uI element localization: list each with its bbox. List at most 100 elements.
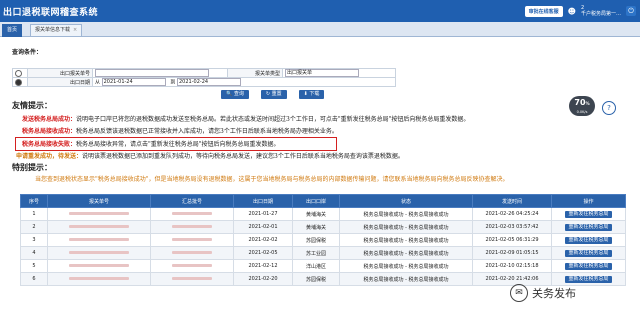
date-from-value: 2021-01-24 xyxy=(103,79,133,85)
tip-1-text: 说明电子口岸已将您的退税数据成功发送至税务总局。若此状态或发送时间超过3个工作日… xyxy=(76,116,470,123)
app-title: 出口退税联网稽查系统 xyxy=(3,8,99,18)
help-icon[interactable]: ? xyxy=(602,101,616,115)
date-to-value: 2021-02-24 xyxy=(179,79,209,85)
cell-send-time: 2021-02-26 04:25:24 xyxy=(472,207,552,221)
customs-no-input[interactable] xyxy=(95,69,209,77)
online-service-button[interactable]: 审批在线客服 xyxy=(524,5,563,17)
table-row: 1 2021-01-27 黄埔海关 税务总局接收成功 - 税务总局接收成功 20… xyxy=(20,207,626,221)
resend-button[interactable]: 重新发往税务总局 xyxy=(565,249,612,257)
cell-customs-no xyxy=(47,207,151,221)
col-header-status: 状态 xyxy=(339,194,473,208)
table-row: 2 2021-02-01 黄埔海关 税务总局接收成功 - 税务总局接收成功 20… xyxy=(20,220,626,234)
cell-status: 税务总局接收成功 - 税务总局接收成功 xyxy=(339,259,473,273)
cell-batch-no xyxy=(150,246,234,260)
cell-action: 重新发往税务总局 xyxy=(551,207,626,221)
label-export-date: 出口日期 xyxy=(27,77,93,87)
cell-status: 税务总局接收成功 - 税务总局接收成功 xyxy=(339,246,473,260)
search-button[interactable]: 🔍 查询 xyxy=(221,90,249,99)
cell-status: 税务总局接收成功 - 税务总局接收成功 xyxy=(339,207,473,221)
tab-customs-download-label: 报关单信息下载 xyxy=(35,27,71,33)
tips-title: 友情提示： xyxy=(12,100,52,110)
col-header-port: 出口口岸 xyxy=(292,194,340,208)
query-buttons: 🔍 查询 ↻ 重置 ⬇ 下载 xyxy=(221,90,325,99)
watermark-text: 关务发布 xyxy=(532,287,576,300)
cell-export-date: 2021-01-27 xyxy=(233,207,293,221)
redacted-value xyxy=(172,212,212,215)
redacted-value xyxy=(172,238,212,241)
tab-strip: 首页 报关单信息下载 × xyxy=(0,22,640,37)
cell-send-time: 2021-02-03 03:57:42 xyxy=(472,220,552,234)
tab-home-label: 首页 xyxy=(7,27,18,33)
redacted-value xyxy=(69,238,129,241)
cell-port: 苏工业园 xyxy=(292,246,340,260)
cell-export-date: 2021-02-12 xyxy=(233,259,293,273)
user-avatar-icon[interactable]: ☻ xyxy=(568,7,576,16)
col-header-no: 序号 xyxy=(20,194,48,208)
redacted-value xyxy=(69,277,129,280)
customs-type-value: 出口报关单 xyxy=(287,70,313,76)
results-header-row: 序号 报关单号 汇总批号 出口日期 出口口岸 状态 发送时间 操作 xyxy=(20,194,626,208)
cell-port: 黄埔海关 xyxy=(292,220,340,234)
tip-3-text: 税务总局接收异常，请点击"重新发往税务总局"按钮后向税务总局重发数据。 xyxy=(76,141,280,148)
cell-no: 2 xyxy=(20,220,48,234)
redacted-value xyxy=(172,225,212,228)
cell-status: 税务总局接收成功 - 税务总局接收成功 xyxy=(339,233,473,247)
user-line-2: 千户税务局第一… xyxy=(580,11,621,17)
cell-export-date: 2021-02-20 xyxy=(233,272,293,286)
redacted-value xyxy=(172,251,212,254)
date-to-input[interactable]: 2021-02-24 xyxy=(177,78,241,86)
download-button[interactable]: ⬇ 下载 xyxy=(298,90,325,99)
query-title: 查询条件： xyxy=(12,49,43,56)
cell-no: 4 xyxy=(20,246,48,260)
tab-home[interactable]: 首页 xyxy=(2,24,23,37)
user-info: 2 千户税务局第一… xyxy=(581,5,621,17)
cell-export-date: 2021-02-01 xyxy=(233,220,293,234)
search-button-label: 查询 xyxy=(233,91,244,97)
col-header-customs-no: 报关单号 xyxy=(47,194,151,208)
col-header-action: 操作 xyxy=(551,194,626,208)
results-table: 序号 报关单号 汇总批号 出口日期 出口口岸 状态 发送时间 操作 1 2021… xyxy=(20,194,626,286)
radio-export-date[interactable] xyxy=(15,78,22,86)
tip-line-2: 税务总局接收成功：税务总局反馈该退税数据已正常接收并入库成功，请您3个工作日后联… xyxy=(22,126,338,135)
cell-batch-no xyxy=(150,272,234,286)
redacted-value xyxy=(69,251,129,254)
redacted-value xyxy=(172,264,212,267)
table-row: 3 2021-02-02 苏园保税 税务总局接收成功 - 税务总局接收成功 20… xyxy=(20,233,626,247)
label-customs-no: 出口报关单号 xyxy=(27,68,93,78)
cell-no: 3 xyxy=(20,233,48,247)
reset-button[interactable]: ↻ 重置 xyxy=(260,90,287,99)
tab-close-icon[interactable]: × xyxy=(73,27,77,33)
cell-port: 黄埔海关 xyxy=(292,207,340,221)
cell-send-time: 2021-02-10 02:15:18 xyxy=(472,259,552,273)
table-row: 4 2021-02-05 苏工业园 税务总局接收成功 - 税务总局接收成功 20… xyxy=(20,246,626,260)
logout-icon[interactable]: ⏻ xyxy=(626,6,636,16)
tip-2-text: 税务总局反馈该退税数据已正常接收并入库成功，请您3个工作日后联系当地税务局办理相… xyxy=(76,128,338,135)
top-right-area: 审批在线客服 ☻ 2 千户税务局第一… ⏻ xyxy=(524,3,636,19)
download-button-label: 下载 xyxy=(309,91,320,97)
cell-batch-no xyxy=(150,233,234,247)
resend-button[interactable]: 重新发往税务总局 xyxy=(565,262,612,270)
resend-button[interactable]: 重新发往税务总局 xyxy=(565,223,612,231)
cell-batch-no xyxy=(150,259,234,273)
cell-action: 重新发往税务总局 xyxy=(551,259,626,273)
cell-customs-no xyxy=(47,259,151,273)
customs-type-select[interactable]: 出口报关单 xyxy=(285,69,359,77)
date-from-input[interactable]: 2021-01-24 xyxy=(101,78,166,86)
resend-button[interactable]: 重新发往税务总局 xyxy=(565,275,612,283)
date-from-label: 从 xyxy=(95,79,101,86)
resend-button[interactable]: 重新发往税务总局 xyxy=(565,210,612,218)
tab-customs-download[interactable]: 报关单信息下载 × xyxy=(30,24,83,37)
tip-3-head: 税务总局接收失败： xyxy=(22,141,77,148)
tip-4-text: 说明该票退税数据已添加到重发队列成功，等待向税务总局发送，建议您3个工作日后联系… xyxy=(82,153,404,160)
resend-button[interactable]: 重新发往税务总局 xyxy=(565,236,612,244)
cell-action: 重新发往税务总局 xyxy=(551,233,626,247)
col-header-export-date: 出口日期 xyxy=(233,194,293,208)
redacted-value xyxy=(172,277,212,280)
cell-customs-no xyxy=(47,220,151,234)
network-speed-widget[interactable]: 70% 0.0K/s xyxy=(569,96,595,116)
top-bar: 出口退税联网稽查系统 审批在线客服 ☻ 2 千户税务局第一… ⏻ xyxy=(0,0,640,22)
cell-customs-no xyxy=(47,233,151,247)
cell-port: 苏园保税 xyxy=(292,233,340,247)
radio-customs-no[interactable] xyxy=(15,69,22,77)
tip-line-3: 税务总局接收失败：税务总局接收异常，请点击"重新发往税务总局"按钮后向税务总局重… xyxy=(22,139,280,148)
